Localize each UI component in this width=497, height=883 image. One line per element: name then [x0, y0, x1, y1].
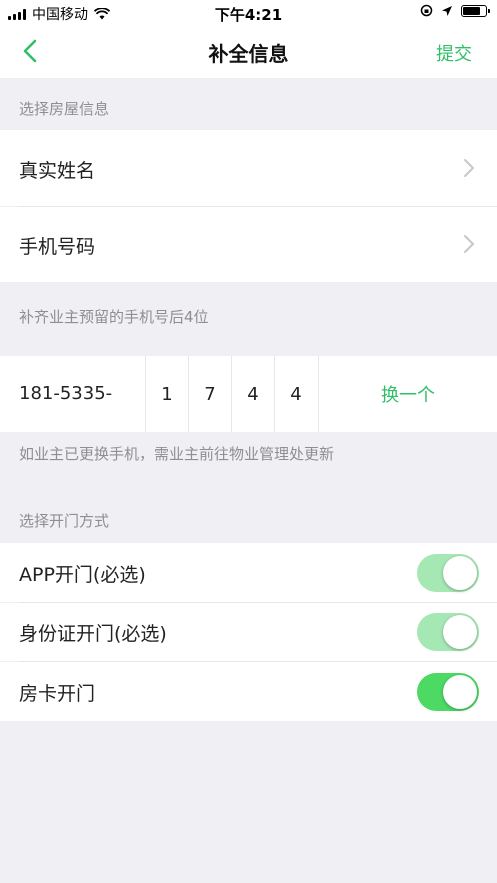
change-phone-button[interactable]: 换一个: [318, 356, 497, 432]
id-card-door-toggle[interactable]: [417, 613, 479, 651]
battery-icon: [461, 4, 490, 17]
location-icon: [442, 5, 452, 16]
status-right: [420, 4, 490, 17]
room-card-door-label: 房卡开门: [19, 683, 96, 705]
list-item-app-door: APP开门(必选): [0, 543, 497, 602]
submit-button[interactable]: 提交: [436, 40, 472, 66]
phone-digits-row: 181-5335- 1 7 4 4 换一个: [0, 356, 497, 432]
orientation-lock-icon: [420, 4, 433, 17]
section-header-door: 选择开门方式: [0, 480, 497, 543]
digit-input-3[interactable]: 4: [231, 356, 274, 432]
section-header-house: 选择房屋信息: [0, 78, 497, 130]
digit-input-2[interactable]: 7: [188, 356, 231, 432]
section-header-phone: 补齐业主预留的手机号后4位: [0, 282, 497, 356]
list-item-real-name[interactable]: 真实姓名: [0, 130, 497, 206]
chevron-right-icon: [464, 159, 475, 177]
phone-update-note: 如业主已更换手机，需业主前往物业管理处更新: [0, 432, 497, 480]
room-card-door-toggle[interactable]: [417, 673, 479, 711]
nav-bar: 补全信息 提交: [0, 26, 497, 78]
app-door-label: APP开门(必选): [19, 564, 146, 586]
phone-prefix: 181-5335-: [19, 383, 113, 404]
app-door-toggle[interactable]: [417, 554, 479, 592]
chevron-right-icon: [464, 235, 475, 253]
real-name-label: 真实姓名: [19, 160, 96, 182]
list-item-id-card-door: 身份证开门(必选): [0, 603, 497, 661]
digit-input-1[interactable]: 1: [145, 356, 188, 432]
status-bar: 中国移动 下午4:21: [0, 0, 497, 26]
digit-input-4[interactable]: 4: [274, 356, 317, 432]
list-item-room-card-door: 房卡开门: [0, 662, 497, 721]
id-card-door-label: 身份证开门(必选): [19, 623, 167, 645]
phone-number-label: 手机号码: [19, 236, 96, 258]
page-title: 补全信息: [208, 42, 289, 66]
list-item-phone-number[interactable]: 手机号码: [0, 207, 497, 282]
